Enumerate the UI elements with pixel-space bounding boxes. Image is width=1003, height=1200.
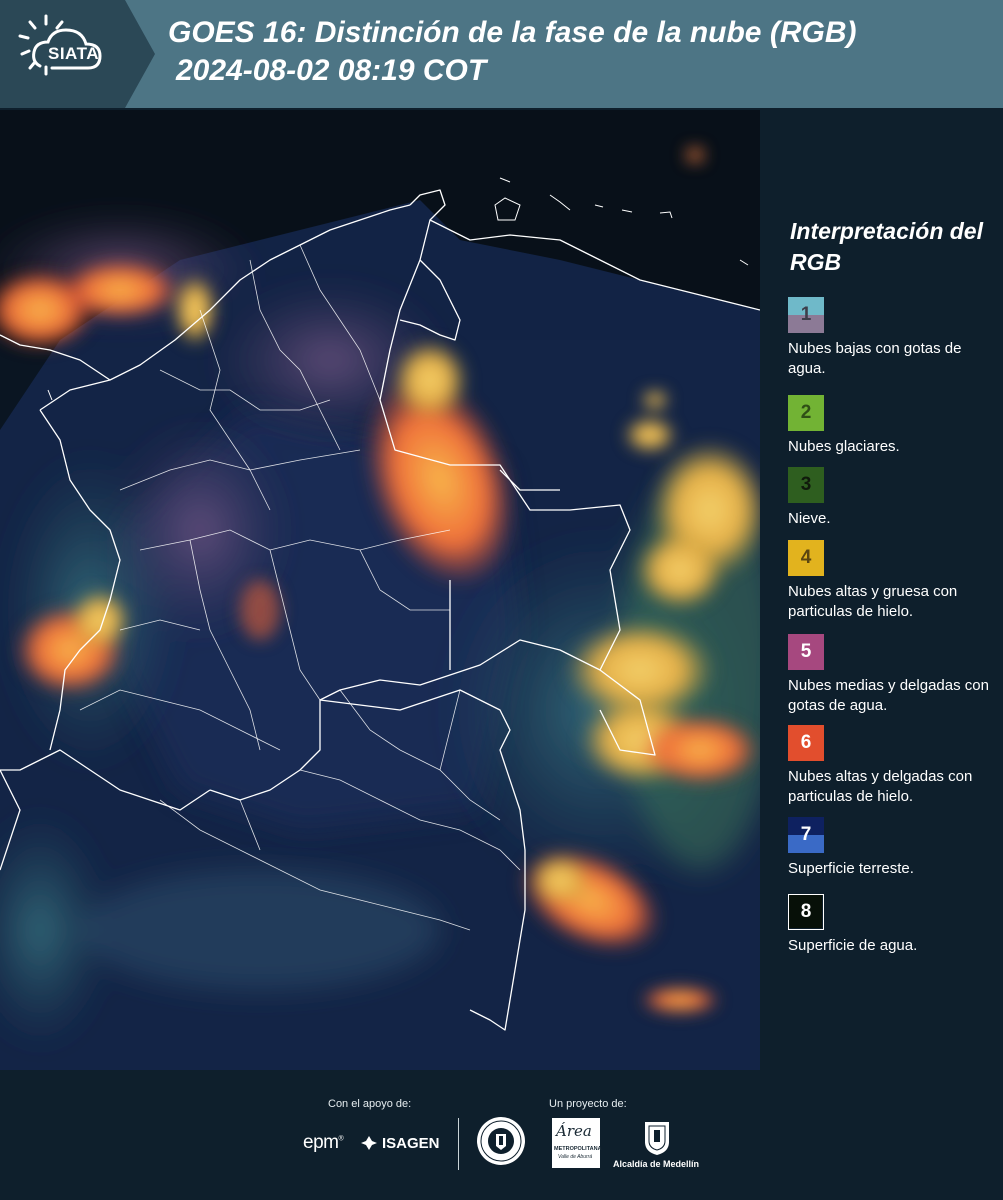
legend-number: 2	[800, 402, 812, 423]
legend-swatch-1: 1	[788, 297, 824, 333]
epm-logo: epm®	[303, 1132, 344, 1153]
support-label: Con el apoyo de:	[328, 1098, 412, 1110]
legend-swatch-6: 6	[788, 725, 824, 761]
siata-logo: SIATA	[0, 0, 155, 108]
logo-text: SIATA	[48, 44, 99, 63]
medellin-crest-icon	[645, 1122, 669, 1155]
isagen-logo-text: ISAGEN	[382, 1134, 440, 1152]
timestamp: 2024-08-02 08:19 COT	[176, 54, 487, 87]
alcaldia-text: Alcaldía de Medellín	[613, 1159, 700, 1169]
legend-item-6: 6 Nubes altas y delgadas con particulas …	[788, 725, 998, 807]
satellite-map	[0, 110, 760, 1070]
legend-label: Nieve.	[788, 510, 831, 527]
legend-panel: Interpretación del RGB 1 Nubes bajas con…	[762, 110, 1003, 1068]
legend-item-8: 8 Superficie de agua.	[788, 894, 998, 956]
legend-item-7: 7 Superficie terreste.	[788, 817, 998, 879]
legend-number: 3	[800, 474, 812, 495]
epm-logo-text: epm	[303, 1132, 339, 1153]
area-metropolitana-logo: Área METROPOLITANA Valle de Aburrá	[552, 1118, 602, 1168]
legend-item-5: 5 Nubes medias y delgadas con gotas de a…	[788, 634, 998, 716]
legend-number: 4	[800, 547, 812, 568]
isagen-icon	[361, 1136, 377, 1150]
legend-swatch-2: 2	[788, 395, 824, 431]
legend-label: Nubes altas y gruesa con particulas de h…	[788, 583, 958, 620]
footer-divider	[458, 1118, 459, 1170]
legend-number: 6	[800, 732, 812, 753]
legend-swatch-4: 4	[788, 540, 824, 576]
legend-swatch-7: 7	[788, 817, 824, 853]
legend-label: Superficie terreste.	[788, 860, 914, 877]
legend-number: 1	[800, 304, 812, 325]
legend-label: Nubes altas y delgadas con particulas de…	[788, 768, 973, 805]
page-title: GOES 16: Distinción de la fase de la nub…	[168, 16, 857, 49]
legend-swatch-5: 5	[788, 634, 824, 670]
legend-item-2: 2 Nubes glaciares.	[788, 395, 998, 457]
header-bar: SIATA GOES 16: Distinción de la fase de …	[0, 0, 1003, 108]
legend-number: 5	[800, 641, 812, 662]
area-logo-sub1: METROPOLITANA	[554, 1146, 602, 1152]
legend-item-1: 1 Nubes bajas con gotas de agua.	[788, 297, 998, 379]
legend-title: Interpretación del RGB	[790, 218, 983, 275]
legend-label: Nubes glaciares.	[788, 438, 900, 455]
legend-number: 8	[800, 901, 812, 922]
legend-label: Nubes bajas con gotas de agua.	[788, 340, 962, 377]
footer: Con el apoyo de: Un proyecto de: epm® IS…	[0, 1070, 1003, 1200]
legend-label: Superficie de agua.	[788, 937, 918, 954]
isagen-logo: ISAGEN	[360, 1134, 440, 1152]
area-logo-text: Área	[556, 1122, 592, 1140]
project-label: Un proyecto de:	[549, 1098, 627, 1110]
legend-swatch-3: 3	[788, 467, 824, 503]
legend-item-3: 3 Nieve.	[788, 467, 998, 529]
seal-emblem-icon	[477, 1117, 525, 1165]
satellite-image	[0, 110, 760, 1070]
legend-swatch-8: 8	[788, 894, 824, 930]
legend-label: Nubes medias y delgadas con gotas de agu…	[788, 677, 989, 714]
legend-item-4: 4 Nubes altas y gruesa con particulas de…	[788, 540, 998, 622]
legend-number: 7	[800, 824, 812, 845]
area-logo-sub2: Valle de Aburrá	[558, 1154, 593, 1160]
